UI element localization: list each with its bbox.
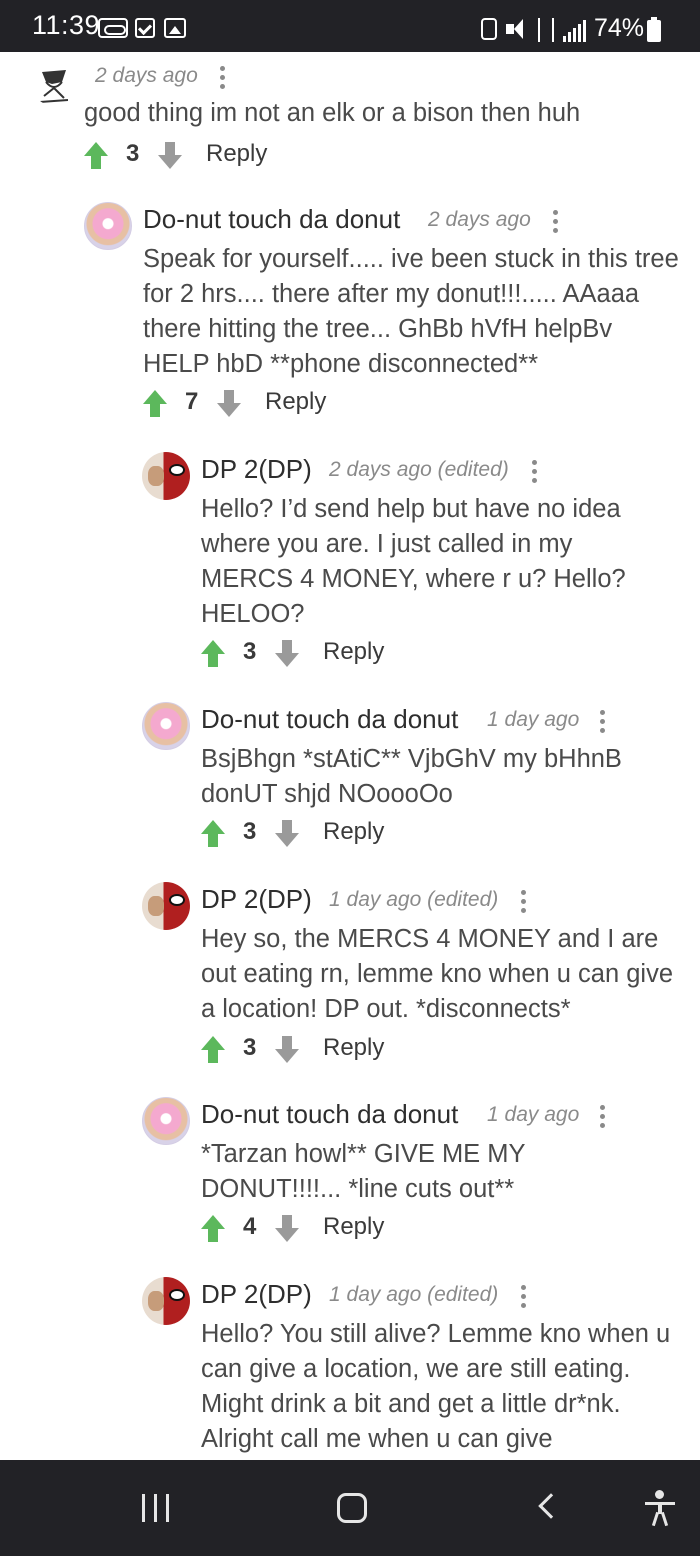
upvote-icon[interactable] <box>201 640 225 668</box>
battery-percent: 74% <box>594 14 645 42</box>
comment: Do-nut touch da donut 1 day ago BsjBhgn … <box>0 700 700 860</box>
comment-author[interactable]: DP 2(DP) <box>201 884 312 915</box>
comment-timestamp: 2 days ago <box>95 64 198 87</box>
upvote-icon[interactable] <box>84 142 108 170</box>
navigation-bar <box>0 1460 700 1556</box>
more-options-icon[interactable] <box>220 66 226 90</box>
comment-timestamp: 2 days ago (edited) <box>329 458 509 481</box>
back-icon[interactable] <box>538 1493 564 1519</box>
comment-timestamp: 1 day ago (edited) <box>329 1283 499 1306</box>
comment-actions: 3 Reply <box>201 638 501 672</box>
upvote-icon[interactable] <box>143 390 167 418</box>
comment-body: *Tarzan howl** GIVE ME MY DONUT!!!!... *… <box>201 1140 526 1203</box>
comment-body: BsjBhgn *stAtiC** VjbGhV my bHhnB donUT … <box>201 745 622 808</box>
vote-count: 3 <box>243 1034 257 1061</box>
downvote-icon[interactable] <box>275 1215 299 1243</box>
data-icon <box>538 18 554 42</box>
upvote-icon[interactable] <box>201 1215 225 1243</box>
vote-count: 7 <box>185 388 199 415</box>
avatar[interactable] <box>32 62 76 106</box>
mute-icon <box>506 18 528 40</box>
signal-icon <box>563 20 587 42</box>
comment-actions: 3 Reply <box>201 818 501 852</box>
upvote-icon[interactable] <box>201 1036 225 1064</box>
comment: Do-nut touch da donut 1 day ago *Tarzan … <box>0 1095 700 1255</box>
vote-count: 4 <box>243 1213 257 1240</box>
downvote-icon[interactable] <box>217 390 241 418</box>
voicemail-icon <box>98 18 128 38</box>
reply-button[interactable]: Reply <box>323 1034 384 1062</box>
downvote-icon[interactable] <box>275 820 299 848</box>
comment: DP 2(DP) 2 days ago (edited) Hello? I’d … <box>0 450 700 680</box>
reply-button[interactable]: Reply <box>323 1213 384 1241</box>
comment-thread[interactable]: 2 days ago good thing im not an elk or a… <box>0 52 700 1460</box>
downvote-icon[interactable] <box>275 1036 299 1064</box>
avatar[interactable] <box>142 702 190 750</box>
avatar[interactable] <box>142 1097 190 1145</box>
vote-count: 3 <box>243 818 257 845</box>
comment-timestamp: 1 day ago (edited) <box>329 888 499 911</box>
sketch-avatar-icon <box>39 70 69 103</box>
comment-actions: 7 Reply <box>143 388 443 422</box>
checkbox-icon <box>135 18 155 38</box>
comment-author[interactable]: Do-nut touch da donut <box>201 1099 458 1130</box>
comment-actions: 3 Reply <box>84 140 384 174</box>
avatar[interactable] <box>142 452 190 500</box>
battery-icon <box>647 17 661 42</box>
reply-button[interactable]: Reply <box>265 388 326 416</box>
recent-apps-icon[interactable] <box>142 1494 172 1522</box>
comment-author[interactable]: DP 2(DP) <box>201 1279 312 1310</box>
comment-author[interactable]: Do-nut touch da donut <box>143 204 400 235</box>
vote-count: 3 <box>126 140 140 167</box>
status-time: 11:39 <box>32 10 101 40</box>
accessibility-icon[interactable] <box>645 1490 675 1527</box>
downvote-icon[interactable] <box>275 640 299 668</box>
comment-actions: 3 Reply <box>201 1034 501 1068</box>
comment: DP 2(DP) 1 day ago (edited) Hello? You s… <box>0 1275 700 1460</box>
downvote-icon[interactable] <box>158 142 182 170</box>
comment: 2 days ago good thing im not an elk or a… <box>0 52 700 182</box>
reply-button[interactable]: Reply <box>206 140 267 168</box>
more-options-icon[interactable] <box>600 710 606 734</box>
comment-timestamp: 2 days ago <box>428 208 531 231</box>
reply-button[interactable]: Reply <box>323 818 384 846</box>
more-options-icon[interactable] <box>553 210 559 234</box>
comment-author[interactable]: DP 2(DP) <box>201 454 312 485</box>
comment-actions: 4 Reply <box>201 1213 501 1247</box>
home-icon[interactable] <box>337 1493 367 1523</box>
more-options-icon[interactable] <box>521 1285 527 1309</box>
more-options-icon[interactable] <box>521 890 527 914</box>
comment-body: Hey so, the MERCS 4 MONEY and I are out … <box>201 925 674 1023</box>
upvote-icon[interactable] <box>201 820 225 848</box>
comment-author[interactable]: Do-nut touch da donut <box>201 704 458 735</box>
comment-body: Hello? I’d send help but have no idea wh… <box>201 495 626 628</box>
comment-timestamp: 1 day ago <box>487 708 580 731</box>
comment: DP 2(DP) 1 day ago (edited) Hey so, the … <box>0 880 700 1075</box>
avatar[interactable] <box>142 882 190 930</box>
avatar[interactable] <box>84 202 132 250</box>
comment: Do-nut touch da donut 2 days ago Speak f… <box>0 200 700 430</box>
comment-body: Speak for yourself..... ive been stuck i… <box>143 245 679 378</box>
alarm-icon <box>481 18 497 40</box>
vote-count: 3 <box>243 638 257 665</box>
more-options-icon[interactable] <box>600 1105 606 1129</box>
gallery-icon <box>164 18 186 38</box>
comment-timestamp: 1 day ago <box>487 1103 580 1126</box>
avatar[interactable] <box>142 1277 190 1325</box>
reply-button[interactable]: Reply <box>323 638 384 666</box>
comment-body: Hello? You still alive? Lemme kno when u… <box>201 1320 671 1453</box>
comment-body: good thing im not an elk or a bison then… <box>84 99 581 127</box>
more-options-icon[interactable] <box>532 460 538 484</box>
status-bar: 11:39 74% <box>0 0 700 52</box>
